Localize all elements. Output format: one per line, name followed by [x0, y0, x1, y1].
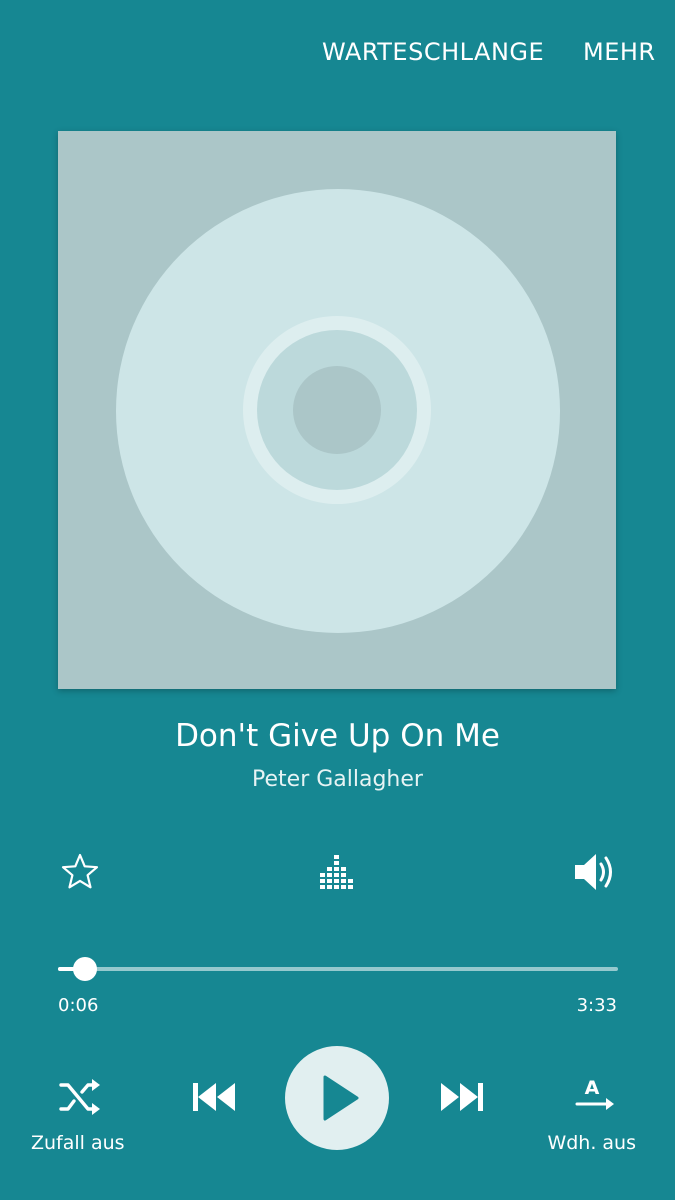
cd-disc-icon — [58, 131, 616, 689]
equalizer-icon[interactable] — [318, 854, 358, 894]
more-button[interactable]: MEHR — [583, 38, 656, 66]
seek-track[interactable] — [58, 967, 618, 971]
shuffle-status-label: Zufall aus — [31, 1132, 125, 1154]
queue-button[interactable]: WARTESCHLANGE — [322, 38, 544, 66]
seek-bar[interactable] — [58, 955, 618, 983]
album-art — [58, 131, 616, 689]
repeat-status-label: Wdh. aus — [547, 1132, 636, 1154]
svg-text:A: A — [585, 1077, 600, 1099]
skip-next-icon[interactable] — [438, 1078, 486, 1116]
skip-previous-icon[interactable] — [190, 1078, 238, 1116]
track-artist[interactable]: Peter Gallagher — [0, 767, 675, 792]
play-button[interactable] — [285, 1046, 389, 1150]
top-bar: WARTESCHLANGE MEHR — [0, 0, 675, 110]
play-icon — [323, 1075, 359, 1121]
shuffle-icon[interactable] — [58, 1076, 102, 1118]
seek-thumb[interactable] — [73, 957, 97, 981]
track-title: Don't Give Up On Me — [175, 718, 500, 754]
star-outline-icon[interactable] — [60, 852, 100, 892]
total-time: 3:33 — [576, 995, 617, 1016]
volume-icon[interactable] — [572, 850, 618, 894]
elapsed-time: 0:06 — [58, 995, 99, 1016]
repeat-off-icon[interactable]: A — [573, 1076, 617, 1118]
